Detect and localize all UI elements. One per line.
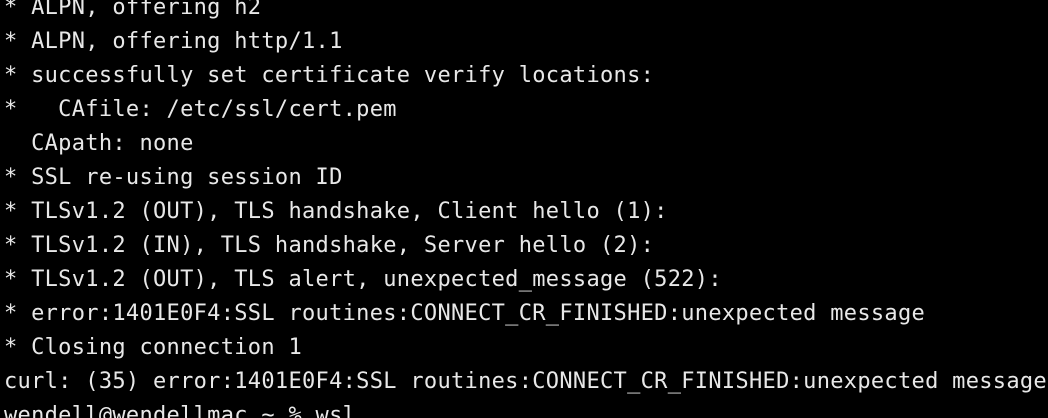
terminal-line: * ALPN, offering h2 bbox=[4, 0, 262, 20]
terminal-line: * TLSv1.2 (IN), TLS handshake, Server he… bbox=[4, 233, 655, 258]
terminal-line-curl-error: curl: (35) error:1401E0F4:SSL routines:C… bbox=[4, 369, 1047, 394]
terminal-window[interactable]: * ALPN, offering h2 * ALPN, offering htt… bbox=[0, 0, 1048, 418]
terminal-output: * ALPN, offering h2 * ALPN, offering htt… bbox=[4, 0, 1047, 418]
terminal-line: * successfully set certificate verify lo… bbox=[4, 63, 655, 88]
terminal-line: * ALPN, offering http/1.1 bbox=[4, 29, 343, 54]
terminal-line: * error:1401E0F4:SSL routines:CONNECT_CR… bbox=[4, 301, 926, 326]
terminal-line: * SSL re-using session ID bbox=[4, 165, 343, 190]
terminal-line: * Closing connection 1 bbox=[4, 335, 302, 360]
terminal-prompt-line[interactable]: wendell@wendellmac ~ % wsl bbox=[4, 399, 1047, 418]
terminal-line: * TLSv1.2 (OUT), TLS alert, unexpected_m… bbox=[4, 267, 722, 292]
terminal-line: CApath: none bbox=[4, 131, 194, 156]
terminal-line: * CAfile: /etc/ssl/cert.pem bbox=[4, 97, 397, 122]
terminal-line: * TLSv1.2 (OUT), TLS handshake, Client h… bbox=[4, 199, 668, 224]
